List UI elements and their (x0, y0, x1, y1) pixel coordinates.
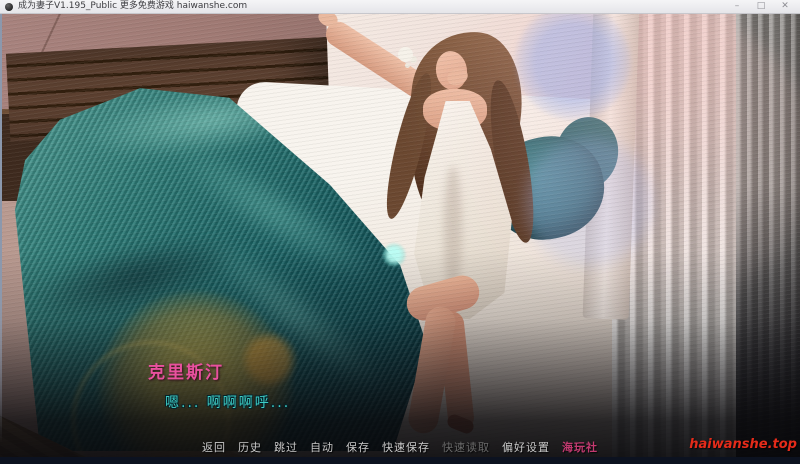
menu-preferences[interactable]: 偏好设置 (502, 439, 550, 455)
right-curtain (736, 13, 800, 464)
menu-save[interactable]: 保存 (346, 439, 370, 455)
window-controls: – □ ✕ (725, 0, 797, 13)
menu-skip[interactable]: 跳过 (274, 439, 298, 455)
titlebar: 成为妻子V1.195_Public 更多免费游戏 haiwanshe.com –… (0, 0, 800, 14)
game-scene[interactable] (0, 13, 800, 464)
menu-back[interactable]: 返回 (202, 439, 226, 455)
menu-history[interactable]: 历史 (238, 439, 262, 455)
game-icon (5, 2, 13, 11)
curtain-shadow (736, 13, 800, 464)
window-edge (0, 13, 2, 443)
speaker-name: 克里斯汀 (148, 363, 224, 383)
menu-quick-load: 快速读取 (442, 441, 490, 454)
hair-flower (398, 47, 413, 62)
dialogue-text: 嗯... 啊啊啊呼... (165, 395, 291, 411)
window-title: 成为妻子V1.195_Public 更多免费游戏 haiwanshe.com (18, 1, 248, 11)
minimize-button[interactable]: – (725, 0, 749, 13)
bottom-strip (0, 457, 800, 464)
game-window: 成为妻子V1.195_Public 更多免费游戏 haiwanshe.com –… (0, 0, 800, 464)
menu-auto[interactable]: 自动 (310, 439, 334, 455)
maximize-button[interactable]: □ (749, 0, 773, 13)
menu-quick-save[interactable]: 快速保存 (382, 439, 430, 455)
site-watermark: haiwanshe.top (689, 437, 797, 452)
close-button[interactable]: ✕ (773, 0, 797, 13)
menu-haiwanshe[interactable]: 海玩社 (562, 439, 598, 455)
quick-menu: 返回 历史 跳过 自动 保存 快速保存 快速读取 偏好设置 海玩社 (0, 439, 800, 455)
